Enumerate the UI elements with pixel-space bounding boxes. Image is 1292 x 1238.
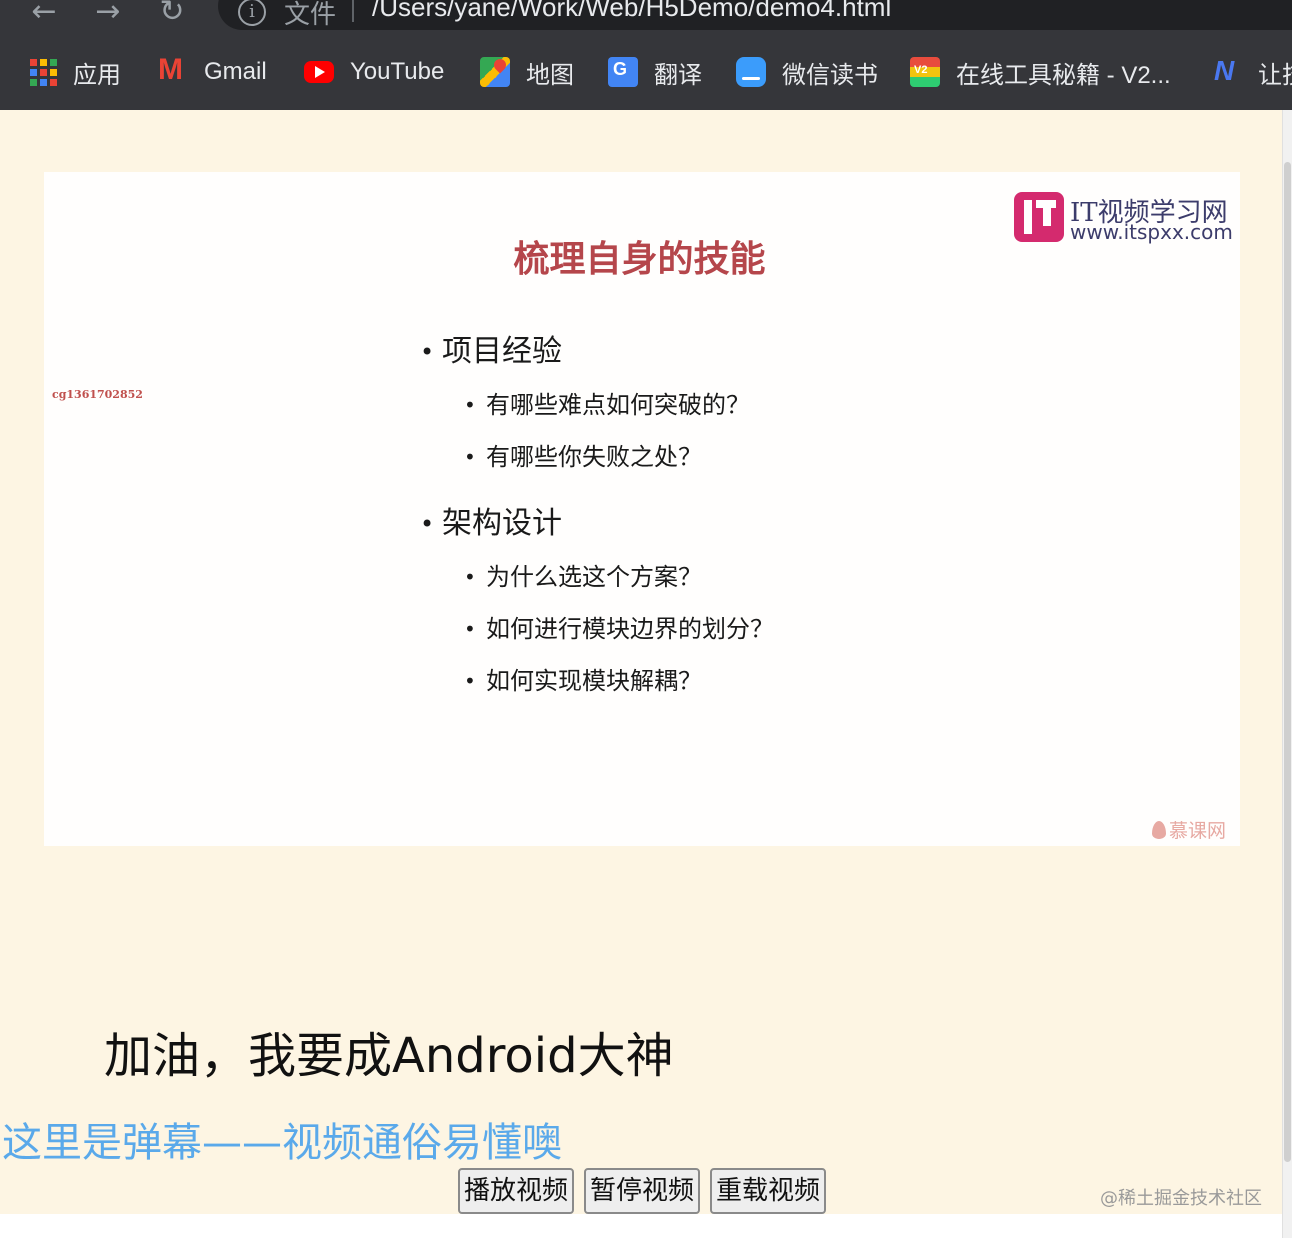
forward-arrow-icon[interactable]: →: [86, 0, 130, 32]
bookmark-translate[interactable]: 翻译: [608, 50, 702, 94]
juejin-watermark: @稀土掘金技术社区: [1100, 1188, 1262, 1209]
weread-icon: [736, 57, 766, 87]
play-video-button[interactable]: 播放视频: [458, 1168, 575, 1214]
bookmark-label: YouTube: [350, 58, 445, 85]
watermark-id: cg1361702852: [52, 388, 143, 401]
bookmark-gmail[interactable]: Gmail: [158, 50, 267, 94]
v2-icon: [910, 57, 940, 87]
bookmark-n[interactable]: 让技: [1212, 50, 1292, 94]
bookmark-label: 微信读书: [782, 61, 878, 89]
back-arrow-icon[interactable]: ←: [22, 0, 66, 32]
bookmark-label: 在线工具秘籍 - V2...: [956, 61, 1171, 89]
video-controls: 播放视频 暂停视频 重载视频: [458, 1168, 827, 1214]
section-heading: 架构设计: [420, 504, 774, 544]
page-bottom-area: [0, 1214, 1282, 1238]
list-item: 为什么选这个方案？: [420, 560, 774, 594]
bookmark-label: 翻译: [654, 61, 702, 89]
list-item: 如何实现模块解耦？: [420, 664, 774, 698]
slide-title: 梳理自身的技能: [513, 239, 766, 280]
apps-grid-icon: [30, 58, 57, 86]
mooc-watermark: 慕课网: [1152, 816, 1226, 843]
address-url[interactable]: /Users/yane/Work/Web/H5Demo/demo4.html: [372, 0, 891, 23]
page-body: IT视频学习网 www.itspxx.com 梳理自身的技能 cg1361702…: [0, 110, 1282, 1214]
browser-chrome: ← → ↻ i 文件 /Users/yane/Work/Web/H5Demo/d…: [0, 0, 1292, 110]
address-divider: [352, 0, 354, 22]
n-icon: [1212, 55, 1242, 87]
bookmark-label: 地图: [526, 61, 574, 89]
video-player[interactable]: IT视频学习网 www.itspxx.com 梳理自身的技能 cg1361702…: [44, 172, 1240, 846]
list-item: 有哪些难点如何突破的？: [420, 388, 774, 422]
youtube-icon: [304, 61, 334, 83]
danmaku-text: 这里是弹幕——视频通俗易懂噢: [2, 1120, 562, 1166]
bookmark-weread[interactable]: 微信读书: [736, 50, 878, 94]
section-heading: 项目经验: [420, 332, 774, 372]
list-item: 有哪些你失败之处？: [420, 440, 774, 474]
bookmark-youtube[interactable]: YouTube: [304, 50, 444, 94]
flame-icon: [1152, 821, 1166, 839]
bookmark-label: Gmail: [204, 58, 267, 85]
slide-bullets: 项目经验 有哪些难点如何突破的？ 有哪些你失败之处？ 架构设计 为什么选这个方案…: [420, 332, 774, 698]
gmail-icon: [158, 53, 188, 87]
address-scheme-label: 文件: [284, 0, 337, 30]
translate-icon: [608, 57, 638, 87]
info-icon[interactable]: i: [238, 0, 266, 26]
scrollbar[interactable]: [1282, 110, 1292, 1238]
bookmarks-bar: 应用 Gmail YouTube 地图 翻译 微信读书 在线工具秘籍 - V2.…: [0, 50, 1292, 94]
pause-video-button[interactable]: 暂停视频: [584, 1168, 701, 1214]
bookmark-apps[interactable]: 应用: [30, 50, 121, 94]
reload-video-button[interactable]: 重载视频: [710, 1168, 827, 1214]
reload-icon[interactable]: ↻: [150, 0, 194, 32]
bookmark-label: 应用: [73, 61, 121, 89]
page-headline: 加油，我要成Android大神: [104, 1028, 674, 1084]
list-item: 如何进行模块边界的划分？: [420, 612, 774, 646]
bookmark-maps[interactable]: 地图: [480, 50, 574, 94]
bookmark-label: 让技: [1258, 61, 1292, 89]
bookmark-v2[interactable]: 在线工具秘籍 - V2...: [910, 50, 1171, 94]
maps-icon: [480, 57, 510, 87]
address-bar[interactable]: i 文件 /Users/yane/Work/Web/H5Demo/demo4.h…: [218, 0, 1292, 30]
scrollbar-thumb[interactable]: [1284, 162, 1291, 1162]
